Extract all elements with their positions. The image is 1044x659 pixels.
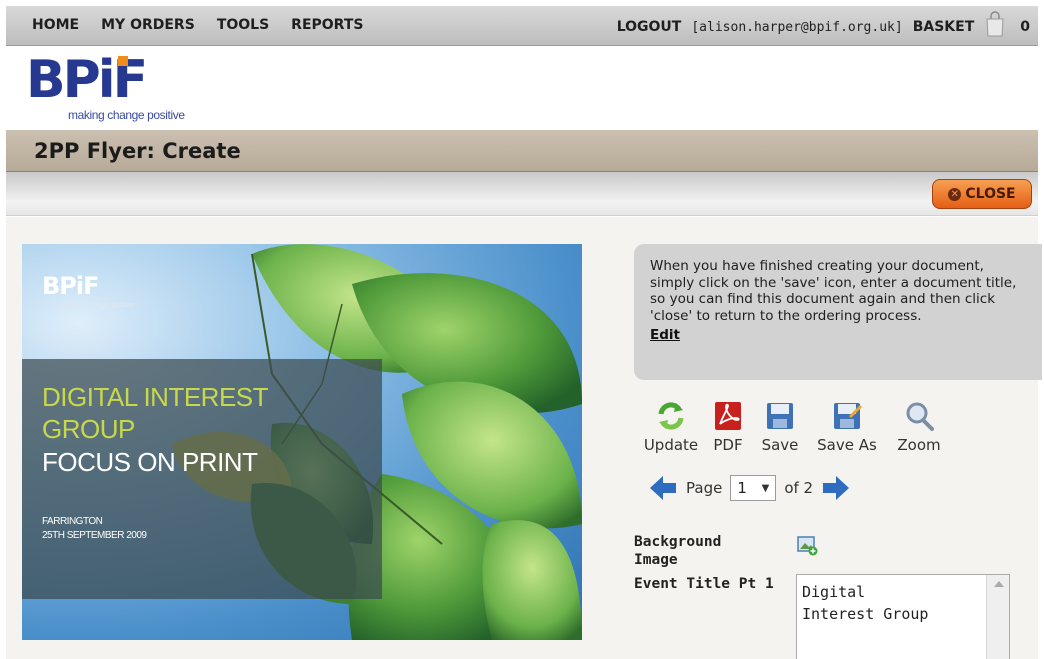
preview-tagline: making change positive	[62, 302, 136, 309]
save-as-button[interactable]: Save As	[806, 400, 888, 454]
account-nav: LOGOUT [alison.harper@bpif.org.uk] BASKE…	[617, 11, 1030, 37]
preview-line-2: GROUP	[42, 414, 135, 444]
edit-link[interactable]: Edit	[650, 327, 680, 343]
page-title: 2PP Flyer: Create	[34, 139, 241, 163]
page-select-value: 1	[737, 479, 747, 497]
page-label: Page	[686, 479, 723, 497]
zoom-button[interactable]: Zoom	[888, 400, 950, 454]
scroll-up-icon[interactable]	[994, 581, 1004, 587]
page-navigator: Page 1 ▼ of 2	[648, 474, 851, 502]
pdf-label: PDF	[713, 436, 743, 454]
account-email: [alison.harper@bpif.org.uk]	[691, 19, 903, 35]
zoom-icon	[906, 402, 934, 431]
top-nav-bar: HOME MY ORDERS TOOLS REPORTS LOGOUT [ali…	[6, 6, 1038, 46]
save-label: Save	[761, 436, 799, 454]
event-title-label: Event Title Pt 1	[634, 576, 774, 592]
event-title-textarea[interactable]: Digital Interest Group	[796, 574, 1010, 659]
nav-reports[interactable]: REPORTS	[291, 17, 363, 33]
pdf-icon	[715, 402, 741, 430]
header-logo-band: BPiF making change positive	[6, 46, 1038, 130]
chevron-down-icon: ▼	[761, 482, 770, 494]
save-button[interactable]: Save	[754, 400, 806, 454]
title-band: 2PP Flyer: Create	[6, 130, 1038, 172]
basket-icon[interactable]	[984, 11, 1006, 37]
refresh-icon	[658, 402, 684, 430]
save-as-label: Save As	[817, 436, 877, 454]
instructions-text: When you have finished creating your doc…	[650, 258, 1017, 324]
preview-line-3: FOCUS ON PRINT	[42, 447, 258, 477]
logo-text: BPiF	[26, 50, 148, 110]
next-page-arrow-icon[interactable]	[821, 474, 851, 502]
main-nav: HOME MY ORDERS TOOLS REPORTS	[32, 17, 363, 33]
logo-dot	[118, 56, 128, 66]
basket-link[interactable]: BASKET	[913, 19, 975, 35]
save-as-icon	[834, 403, 862, 429]
document-tools: Update PDF Save Save As Zoom	[640, 400, 950, 454]
update-button[interactable]: Update	[640, 400, 702, 454]
update-label: Update	[643, 436, 699, 454]
toolbar-band: ✕ CLOSE	[6, 172, 1038, 216]
instructions-box: When you have finished creating your doc…	[634, 244, 1042, 380]
zoom-label: Zoom	[897, 436, 941, 454]
add-image-icon[interactable]	[796, 534, 818, 556]
previous-page-arrow-icon[interactable]	[648, 474, 678, 502]
preview-date: 25TH SEPTEMBER 2009	[42, 530, 147, 541]
logout-link[interactable]: LOGOUT	[617, 19, 682, 35]
nav-home[interactable]: HOME	[32, 17, 79, 33]
page-select[interactable]: 1 ▼	[730, 475, 777, 501]
document-preview[interactable]: BPiF making change positive DIGITAL INTE…	[22, 244, 582, 640]
close-icon: ✕	[948, 187, 962, 201]
save-icon	[767, 403, 793, 429]
preview-place: FARRINGTON	[42, 516, 103, 527]
close-label: CLOSE	[965, 186, 1016, 202]
preview-line-1: DIGITAL INTEREST	[42, 382, 269, 412]
bpif-logo[interactable]: BPiF making change positive	[26, 50, 206, 130]
preview-logo: BPiF	[42, 272, 100, 300]
textarea-scrollbar[interactable]	[986, 575, 1009, 659]
basket-count: 0	[1020, 19, 1030, 35]
nav-my-orders[interactable]: MY ORDERS	[101, 17, 195, 33]
close-button[interactable]: ✕ CLOSE	[932, 179, 1032, 209]
logo-tagline: making change positive	[68, 108, 185, 122]
background-image-label: Background Image	[634, 534, 722, 568]
nav-tools[interactable]: TOOLS	[217, 17, 269, 33]
page-total: of 2	[784, 479, 814, 497]
pdf-button[interactable]: PDF	[702, 400, 754, 454]
